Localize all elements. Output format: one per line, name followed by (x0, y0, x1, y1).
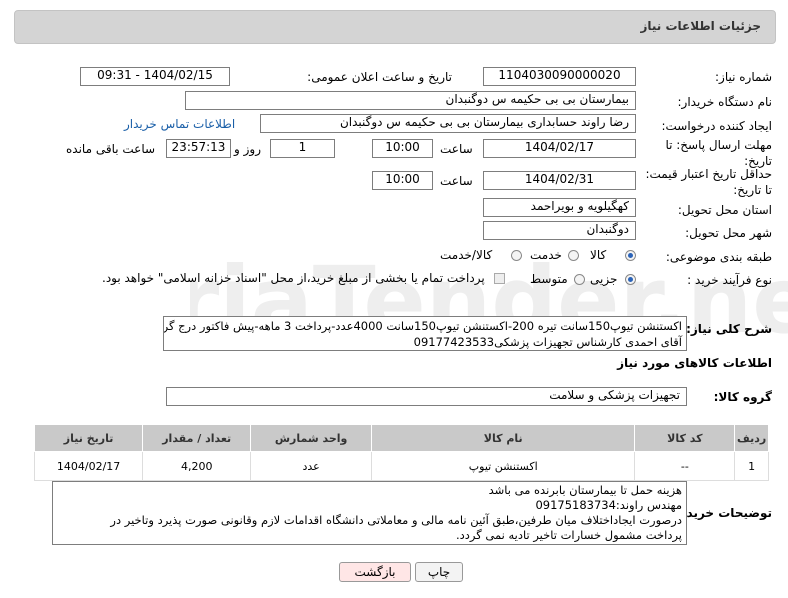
goods-group-label: گروه کالا: (713, 390, 772, 404)
column-header-row-number: ردیف (734, 424, 769, 452)
reply-deadline-label: مهلت ارسال پاسخ: تا تاریخ: (665, 138, 772, 168)
cell-quantity: 4,200 (142, 451, 252, 481)
column-header-unit: واحد شمارش (250, 424, 372, 452)
column-header-item-name: نام کالا (370, 424, 636, 452)
category-goods-radio[interactable] (625, 250, 636, 261)
category-goods-service-radio[interactable] (511, 250, 522, 261)
requester-label: ایجاد کننده درخواست: (661, 119, 772, 133)
general-description-label: شرح کلی نیاز: (686, 322, 772, 336)
category-label: طبقه بندی موضوعی: (665, 250, 772, 264)
buyer-org-label: نام دستگاه خریدار: (677, 95, 773, 109)
back-button[interactable]: بازگشت (339, 562, 411, 582)
requester-field: رضا راوند حسابداری بیمارستان بی بی حکیمه… (260, 114, 636, 133)
category-service-label: خدمت (530, 248, 562, 262)
reply-deadline-time-field: 10:00 (372, 139, 433, 158)
cell-unit: عدد (250, 451, 372, 481)
purchase-medium-radio[interactable] (574, 274, 585, 285)
details-panel-header: جزئیات اطلاعات نیاز (14, 10, 776, 44)
column-header-need-date: تاریخ نیاز (33, 424, 144, 452)
purchase-medium-label: متوسط (530, 272, 568, 286)
table-row: 1 -- اکستنشن تیوپ عدد 4,200 1404/02/17 (33, 451, 769, 481)
need-number-label: شماره نیاز: (715, 70, 772, 84)
reply-deadline-time-label: ساعت (440, 142, 473, 156)
column-header-item-code: کد کالا (634, 424, 736, 452)
need-number-field: 1104030090000020 (483, 67, 636, 86)
goods-section-title: اطلاعات کالاهای مورد نیاز (617, 356, 772, 370)
treasury-payment-checkbox[interactable] (494, 273, 505, 284)
delivery-city-label: شهر محل تحویل: (685, 226, 772, 240)
buyer-org-field: بیمارستان بی بی حکیمه س دوگنبدان (185, 91, 636, 110)
column-header-quantity: تعداد / مقدار (142, 424, 252, 452)
announce-datetime-label: تاریخ و ساعت اعلان عمومی: (307, 70, 452, 84)
reply-days-label: روز و (234, 142, 261, 156)
category-goods-label: کالا (590, 248, 607, 262)
delivery-province-field: کهگیلویه و بویراحمد (483, 198, 636, 217)
buyer-notes-line-2: مهندس راوند:09175183734 (535, 498, 682, 512)
purchase-minor-radio[interactable] (625, 274, 636, 285)
reply-days-field: 1 (270, 139, 335, 158)
buyer-contact-link[interactable]: اطلاعات تماس خریدار (124, 117, 235, 131)
buyer-notes-line-1: هزینه حمل تا بیمارستان بابرنده می باشد (488, 483, 682, 497)
remaining-time-field: 23:57:13 (166, 139, 231, 158)
price-validity-date-field: 1404/02/31 (483, 171, 636, 190)
table-header-row: ردیف کد کالا نام کالا واحد شمارش تعداد /… (33, 424, 769, 452)
buyer-notes-line-3: درصورت ایجاداختلاف میان طرفین،طبق آئین ن… (110, 513, 682, 527)
purchase-type-label: نوع فرآیند خرید : (687, 273, 772, 287)
print-button[interactable]: چاپ (415, 562, 463, 582)
remaining-time-label: ساعت باقی مانده (66, 142, 156, 156)
general-description-textarea: اکستنشن تیوپ150سانت تیره 200-اکستنشن تیو… (163, 316, 687, 351)
delivery-city-field: دوگنبدان (483, 221, 636, 240)
general-description-line-1: اکستنشن تیوپ150سانت تیره 200-اکستنشن تیو… (163, 319, 682, 333)
buyer-notes-line-4: پرداخت مشمول خسارات تاخیر تادیه نمی گردد… (456, 528, 682, 542)
category-service-radio[interactable] (568, 250, 579, 261)
cell-item-name: اکستنشن تیوپ (370, 451, 636, 481)
price-validity-label: حداقل تاریخ اعتبار قیمت: تا تاریخ: (645, 167, 772, 197)
announce-datetime-field: 1404/02/15 - 09:31 (80, 67, 230, 86)
reply-deadline-date-field: 1404/02/17 (483, 139, 636, 158)
buyer-notes-textarea: هزینه حمل تا بیمارستان بابرنده می باشد م… (52, 481, 687, 545)
cell-item-code: -- (634, 451, 736, 481)
price-validity-time-label: ساعت (440, 174, 473, 188)
delivery-province-label: استان محل تحویل: (677, 203, 772, 217)
treasury-payment-note: پرداخت تمام یا بخشی از مبلغ خرید،از محل … (102, 271, 485, 285)
category-goods-service-label: کالا/خدمت (440, 248, 493, 262)
goods-group-field: تجهیزات پزشکی و سلامت (166, 387, 687, 406)
purchase-minor-label: جزیی (590, 272, 618, 286)
panel-title: جزئیات اطلاعات نیاز (640, 19, 761, 33)
items-table: ردیف کد کالا نام کالا واحد شمارش تعداد /… (33, 424, 769, 481)
cell-need-date: 1404/02/17 (33, 451, 144, 481)
price-validity-time-field: 10:00 (372, 171, 433, 190)
cell-row-number: 1 (734, 451, 769, 481)
general-description-line-2: آقای احمدی کارشناس تجهیزات پزشکی09177423… (413, 335, 682, 349)
